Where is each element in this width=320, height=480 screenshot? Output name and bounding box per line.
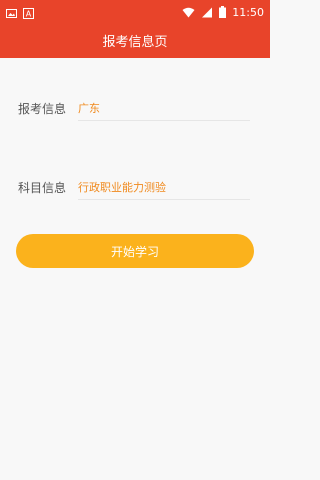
exam-info-row[interactable]: 报考信息 广东	[0, 94, 270, 122]
exam-info-label: 报考信息	[18, 102, 67, 116]
subject-info-value[interactable]: 行政职业能力测验	[78, 179, 166, 195]
subject-info-row[interactable]: 科目信息 行政职业能力测验	[0, 173, 270, 201]
svg-text:A: A	[26, 9, 32, 18]
status-time: 11:50	[232, 6, 264, 19]
page-title: 报考信息页	[0, 22, 270, 58]
battery-icon	[219, 3, 227, 22]
signal-icon	[201, 3, 213, 22]
a-box-icon: A	[23, 4, 34, 23]
exam-info-divider	[78, 120, 250, 121]
exam-info-value[interactable]: 广东	[78, 100, 100, 116]
subject-info-divider	[78, 199, 250, 200]
wifi-icon	[182, 3, 195, 22]
status-bar: A 11:50	[0, 0, 270, 22]
image-icon	[6, 4, 17, 23]
start-study-label: 开始学习	[110, 244, 159, 259]
start-study-button[interactable]: 开始学习	[16, 234, 254, 268]
subject-info-label: 科目信息	[18, 181, 67, 195]
